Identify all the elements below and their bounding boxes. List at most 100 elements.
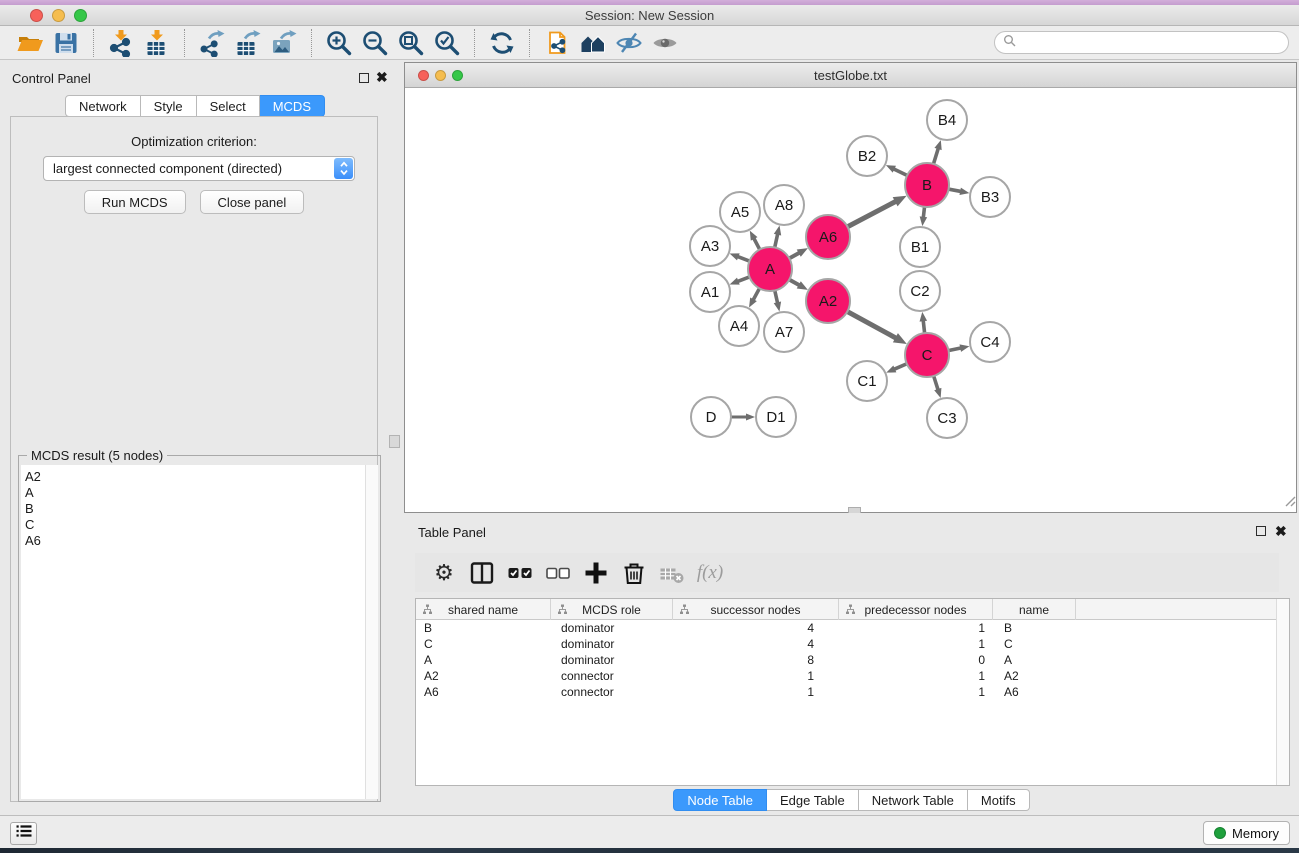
mcds-result-item[interactable]: A	[21, 485, 378, 501]
delete-table-icon[interactable]	[657, 558, 687, 588]
graph-edge-A-A4[interactable]	[754, 287, 760, 299]
import-network-icon[interactable]	[106, 29, 136, 57]
zoom-window-button[interactable]	[74, 9, 87, 22]
table-row[interactable]: Cdominator41C	[416, 636, 1289, 652]
control-panel-float-icon[interactable]	[359, 73, 369, 83]
table-body: Bdominator41BCdominator41CAdominator80AA…	[416, 620, 1289, 700]
mcds-result-scrollbar[interactable]	[365, 465, 378, 799]
table-panel-close-icon[interactable]: ✖	[1275, 523, 1287, 539]
graph-node-D1[interactable]: D1	[756, 397, 796, 437]
network-zoom-button[interactable]	[452, 70, 463, 81]
column-header-predecessor-nodes[interactable]: predecessor nodes	[839, 599, 993, 620]
zoom-selected-icon[interactable]	[432, 29, 462, 57]
graph-node-C3[interactable]: C3	[927, 398, 967, 438]
graph-node-B1[interactable]: B1	[900, 227, 940, 267]
tab-network[interactable]: Network	[65, 95, 141, 117]
table-row[interactable]: A2connector11A2	[416, 668, 1289, 684]
export-network-icon[interactable]	[197, 29, 227, 57]
zoom-out-icon[interactable]	[360, 29, 390, 57]
network-canvas[interactable]: A A1 A2 A3 A4 A5 A6 A7 A8 B B1 B2 B3 B4 C C1 C2 C3C4 D D1	[405, 88, 1296, 512]
graph-node-B[interactable]: B	[905, 163, 949, 207]
settings-icon[interactable]: ⚙	[429, 558, 459, 588]
column-header-mcds-role[interactable]: MCDS role	[551, 599, 673, 620]
column-header-successor-nodes[interactable]: successor nodes	[673, 599, 839, 620]
tab-edge-table[interactable]: Edge Table	[767, 789, 859, 811]
graph-edge-A-A8[interactable]	[774, 235, 777, 249]
tab-network-table[interactable]: Network Table	[859, 789, 968, 811]
column-header-shared-name[interactable]: shared name	[416, 599, 551, 620]
graph-edge-A2-C[interactable]	[846, 311, 895, 338]
graph-node-B4[interactable]: B4	[927, 100, 967, 140]
graph-node-C[interactable]: C	[905, 333, 949, 377]
criterion-select[interactable]: largest connected component (directed)	[43, 156, 355, 181]
graph-node-B2[interactable]: B2	[847, 136, 887, 176]
add-column-icon[interactable]	[581, 558, 611, 588]
graph-node-A1[interactable]: A1	[690, 272, 730, 312]
graph-edge-C-C3[interactable]	[933, 375, 937, 389]
mcds-result-item[interactable]: B	[21, 501, 378, 517]
run-mcds-button[interactable]: Run MCDS	[84, 190, 186, 214]
graph-node-A7[interactable]: A7	[764, 312, 804, 352]
tab-node-table[interactable]: Node Table	[673, 789, 767, 811]
zoom-in-icon[interactable]	[324, 29, 354, 57]
graph-node-A4[interactable]: A4	[719, 306, 759, 346]
table-cell: dominator	[551, 620, 673, 636]
minimize-window-button[interactable]	[52, 9, 65, 22]
export-table-icon[interactable]	[233, 29, 263, 57]
mcds-result-item[interactable]: A6	[21, 533, 378, 549]
split-view-icon[interactable]	[467, 558, 497, 588]
tab-select[interactable]: Select	[197, 95, 260, 117]
search-input[interactable]	[1021, 33, 1280, 52]
graph-node-A2[interactable]: A2	[806, 279, 850, 323]
graph-node-C2[interactable]: C2	[900, 271, 940, 311]
network-minimize-button[interactable]	[435, 70, 446, 81]
memory-button[interactable]: Memory	[1203, 821, 1290, 845]
network-close-button[interactable]	[418, 70, 429, 81]
table-scrollbar[interactable]	[1276, 599, 1289, 785]
clone-network-icon[interactable]	[542, 29, 572, 57]
import-table-icon[interactable]	[142, 29, 172, 57]
graph-node-A5[interactable]: A5	[720, 192, 760, 232]
tab-motifs[interactable]: Motifs	[968, 789, 1030, 811]
table-row[interactable]: A6connector11A6	[416, 684, 1289, 700]
unselect-all-columns-icon[interactable]	[543, 558, 573, 588]
tab-mcds[interactable]: MCDS	[260, 95, 325, 117]
svg-text:B4: B4	[938, 112, 956, 129]
column-header-name[interactable]: name	[993, 599, 1076, 620]
refresh-icon[interactable]	[487, 29, 517, 57]
graph-node-D[interactable]: D	[691, 397, 731, 437]
graph-node-C1[interactable]: C1	[847, 361, 887, 401]
table-row[interactable]: Bdominator41B	[416, 620, 1289, 636]
select-all-columns-icon[interactable]	[505, 558, 535, 588]
table-row[interactable]: Adominator80A	[416, 652, 1289, 668]
window-resize-grip[interactable]	[1283, 494, 1296, 512]
graph-node-A[interactable]: A	[748, 247, 792, 291]
graph-node-B3[interactable]: B3	[970, 177, 1010, 217]
graph-node-A8[interactable]: A8	[764, 185, 804, 225]
task-history-button[interactable]	[10, 822, 37, 845]
graph-edge-B-B2[interactable]	[894, 169, 908, 176]
save-session-icon[interactable]	[51, 29, 81, 57]
split-pane-grip[interactable]	[389, 435, 400, 448]
svg-text:A5: A5	[731, 204, 749, 221]
open-session-icon[interactable]	[15, 29, 45, 57]
hide-eye-icon[interactable]	[614, 29, 644, 57]
delete-column-icon[interactable]	[619, 558, 649, 588]
table-panel-float-icon[interactable]	[1256, 526, 1266, 536]
zoom-fit-icon[interactable]	[396, 29, 426, 57]
home-icon[interactable]	[578, 29, 608, 57]
graph-edge-C-C1[interactable]	[895, 363, 908, 369]
tab-style[interactable]: Style	[141, 95, 197, 117]
graph-edge-A6-B[interactable]	[847, 202, 896, 227]
control-panel-close-icon[interactable]: ✖	[376, 69, 388, 85]
mcds-result-item[interactable]: C	[21, 517, 378, 533]
graph-node-A6[interactable]: A6	[806, 215, 850, 259]
mcds-result-item[interactable]: A2	[21, 469, 378, 485]
graph-node-A3[interactable]: A3	[690, 226, 730, 266]
show-eye-icon[interactable]	[650, 29, 680, 57]
export-image-icon[interactable]	[269, 29, 299, 57]
graph-node-C4[interactable]: C4	[970, 322, 1010, 362]
graph-edge-B-B4[interactable]	[933, 149, 938, 165]
close-window-button[interactable]	[30, 9, 43, 22]
close-panel-button[interactable]: Close panel	[200, 190, 305, 214]
